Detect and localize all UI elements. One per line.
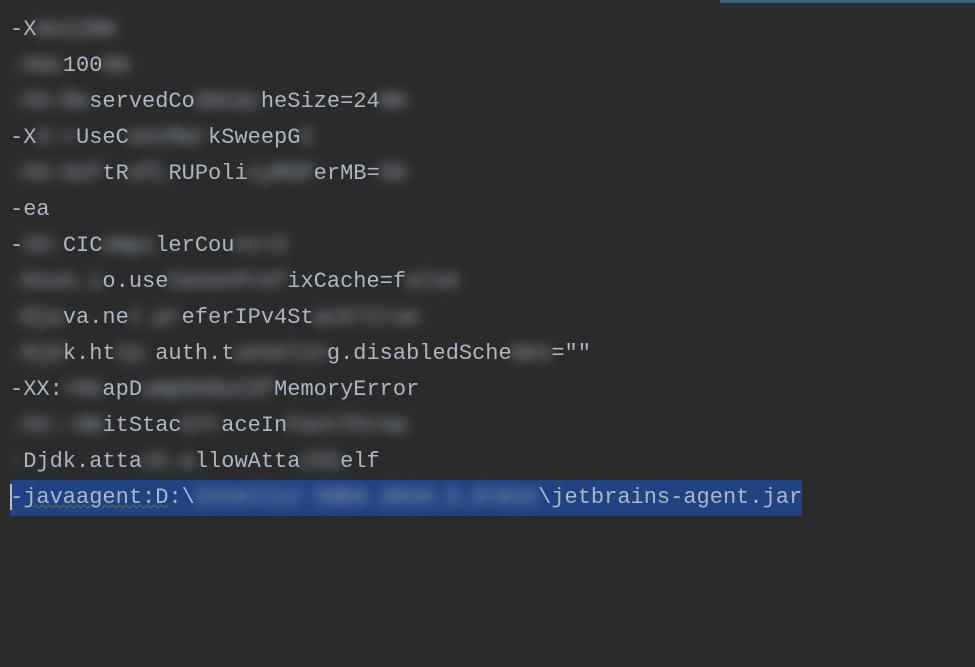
text-segment: Pref [234,269,287,294]
text-segment: -X [10,17,36,42]
text-segment: -Dsun.i [10,269,102,294]
editor-line[interactable]: -XX:CICompilerCount=2 [10,228,965,264]
text-segment: Of [248,377,274,402]
text-segment: CIC [63,233,103,258]
text-segment: OnOut [182,377,248,402]
text-segment: UseC [76,125,129,150]
text-segment: apD [102,377,142,402]
text-segment: alse [406,269,459,294]
text-segment: - [10,485,23,510]
text-segment: auth.t [155,341,234,366]
text-segment: -XX: [10,377,63,402]
editor-line[interactable]: -ea [10,192,965,228]
text-segment: ms128m [36,17,115,42]
text-segment: - [10,233,23,258]
text-segment: g.disabledSche [327,341,512,366]
text-segment: kTr [182,413,222,438]
text-segment: javaagent:D [23,485,168,510]
text-segment: Canon [168,269,234,294]
code-editor[interactable]: -Xms128m-Xmx1000m-XX:ReservedCodeCacheSi… [0,6,975,522]
progress-indicator [720,0,975,3]
text-segment: erMB= [314,161,380,186]
text-segment: ef [182,305,208,330]
text-segment: unnelin [234,341,326,366]
text-segment: :\ [168,485,194,510]
text-segment: X:+ [36,125,76,150]
editor-line[interactable]: -XX:ReservedCodeCacheSize=240m [10,84,965,120]
editor-line[interactable]: -Djava.net.preferIPv4Stack=true [10,300,965,336]
text-segment: 0m [102,53,128,78]
text-segment: efL [129,161,169,186]
editor-line[interactable]: -XX:+HeapDumpOnOutOfMemoryError [10,372,965,408]
text-segment: llowAtta [195,449,301,474]
selected-line[interactable]: -javaagent:D:\IntelliJ IDEA 2019.3.3\bin… [10,480,802,516]
text-segment: mes [512,341,552,366]
text-segment: va.ne [63,305,129,330]
editor-line[interactable]: -javaagent:D:\IntelliJ IDEA 2019.3.3\bin… [10,480,965,516]
text-segment: ump [142,377,182,402]
editor-line[interactable]: -Xmx1000m [10,48,965,84]
editor-line[interactable]: -XX:-OmitStackTraceInFastThrow [10,408,965,444]
editor-line[interactable]: -XX:SoftRefLRUPolicyMSPerMB=50 [10,156,965,192]
text-segment: - [10,449,23,474]
editor-line[interactable]: -Dsun.io.useCanonPrefixCache=false [10,264,965,300]
text-segment: chS [300,449,340,474]
editor-line[interactable]: -Djdk.http.auth.tunneling.disabledScheme… [10,336,965,372]
text-segment: C [300,125,313,150]
text-segment: elf [340,449,380,474]
text-segment: Djdk.atta [23,449,142,474]
text-segment: 0m [380,89,406,114]
text-segment: ompi [102,233,155,258]
text-segment: 50 [380,161,406,186]
text-segment: +He [63,377,103,402]
text-segment: deCac [195,89,261,114]
text-segment: MemoryError [274,377,419,402]
text-segment: FastThrow [287,413,406,438]
text-segment: aceIn [221,413,287,438]
text-segment: lerCou [155,233,234,258]
text-segment: cyMSP [248,161,314,186]
text-segment: ack=true [314,305,420,330]
text-segment: -ea [10,197,50,222]
editor-line[interactable]: -Xms128m [10,12,965,48]
text-segment: -Djd [10,341,63,366]
text-segment: \jetbrains-agent.jar [538,485,802,510]
text-segment: tR [102,161,128,186]
text-segment: ="" [551,341,591,366]
text-segment: RUPoli [168,161,247,186]
text-segment: nt=2 [234,233,287,258]
text-segment: o.use [102,269,168,294]
text-segment: -Dja [10,305,63,330]
text-segment: ixCache=f [287,269,406,294]
text-segment: heSize=24 [261,89,380,114]
text-segment: 100 [63,53,103,78]
text-segment: erIPv4St [208,305,314,330]
text-segment: -X [10,125,36,150]
text-segment: itStac [102,413,181,438]
text-segment: -Xmx [10,53,63,78]
text-segment: t.pr [129,305,182,330]
text-segment: IntelliJ IDEA 2019.3.3\bin [195,485,538,510]
text-segment: kSweepG [208,125,300,150]
text-segment: servedCo [89,89,195,114]
text-segment: -XX:-Om [10,413,102,438]
text-segment: oncMar [129,125,208,150]
text-segment: ch.a [142,449,195,474]
editor-line[interactable]: -XX:+UseConcMarkSweepGC [10,120,965,156]
text-segment: tp. [116,341,156,366]
text-segment: -XX:Sof [10,161,102,186]
text-segment: XX: [23,233,63,258]
text-segment: k.ht [63,341,116,366]
editor-line[interactable]: -Djdk.attach.allowAttachSelf [10,444,965,480]
text-segment: -XX:Re [10,89,89,114]
